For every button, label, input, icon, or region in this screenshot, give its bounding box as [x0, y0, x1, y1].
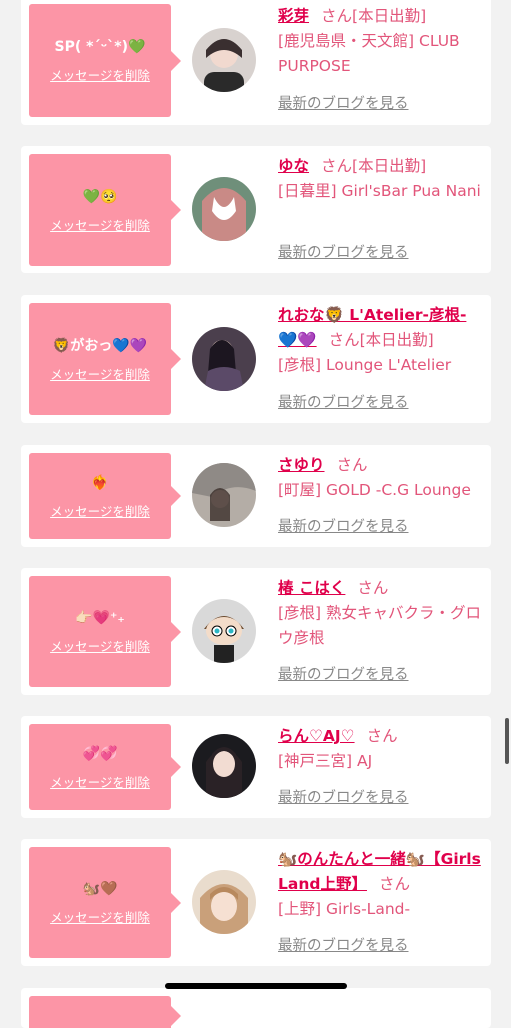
latest-blog-link[interactable]: 最新のブログを見る	[278, 665, 409, 685]
delete-message-link[interactable]: メッセージを削除	[50, 907, 150, 926]
cast-name-link[interactable]: ゆな	[278, 157, 309, 175]
honorific: さん	[366, 727, 398, 745]
message-text: 🐿️🤎	[82, 881, 118, 897]
latest-blog-link[interactable]: 最新のブログを見る	[278, 517, 409, 537]
message-text: ❤️‍🔥	[91, 474, 109, 491]
cast-card: 💞💞 メッセージを削除 らん♡AJ♡ さん [神戸三宮] AJ 最新のブログを見る	[21, 716, 491, 818]
avatar[interactable]	[192, 734, 256, 798]
honorific: さん	[357, 579, 389, 597]
honorific: さん	[321, 157, 353, 175]
shop-info: [鹿児島県・天文館] CLUB PURPOSE	[278, 32, 460, 75]
shop-info: [彦根] Lounge L'Atelier	[278, 356, 452, 374]
cast-card: SP( *ˊᵕˋ*)💚 メッセージを削除 彩芽 さん[本日出勤] [鹿児島県・天文…	[21, 0, 491, 125]
shop-info: [彦根] 熟女キャバクラ・グロウ彦根	[278, 604, 482, 647]
home-indicator[interactable]	[165, 983, 347, 989]
message-text: SP( *ˊᵕˋ*)💚	[54, 39, 146, 55]
latest-blog-link[interactable]: 最新のブログを見る	[278, 243, 409, 263]
cast-info: さゆり さん [町屋] GOLD -C.G Lounge	[278, 453, 483, 503]
delete-message-link[interactable]: メッセージを削除	[50, 215, 150, 234]
avatar[interactable]	[192, 28, 256, 92]
status-label: [本日出勤]	[352, 7, 427, 25]
latest-blog-link[interactable]: 最新のブログを見る	[278, 936, 409, 956]
cast-name-link[interactable]: 彩芽	[278, 7, 309, 25]
shop-info: [町屋] GOLD -C.G Lounge	[278, 481, 471, 499]
status-label: [本日出勤]	[352, 157, 427, 175]
message-bubble	[29, 996, 181, 1028]
cast-card: 👉🏻💗⁺₊ メッセージを削除 椿 こはく さん [彦根] 熟女キャバクラ・グロウ彦…	[21, 568, 491, 695]
message-bubble: 💚🥺 メッセージを削除	[29, 154, 181, 266]
delete-message-link[interactable]: メッセージを削除	[50, 65, 150, 84]
cast-card: 💚🥺 メッセージを削除 ゆな さん[本日出勤] [日暮里] Girl'sBar P…	[21, 146, 491, 273]
cast-card	[21, 988, 491, 1028]
message-text: 💞💞	[82, 745, 118, 762]
cast-info: れおな🦁 L'Atelier-彦根-💙💜 さん[本日出勤] [彦根] Lounge…	[278, 303, 483, 378]
cast-card: ❤️‍🔥 メッセージを削除 さゆり さん [町屋] GOLD -C.G Loung…	[21, 445, 491, 547]
cast-info: 椿 こはく さん [彦根] 熟女キャバクラ・グロウ彦根	[278, 576, 483, 651]
latest-blog-link[interactable]: 最新のブログを見る	[278, 94, 409, 114]
honorific: さん	[321, 7, 353, 25]
avatar[interactable]	[192, 327, 256, 391]
honorific: さん	[328, 331, 360, 349]
message-bubble: SP( *ˊᵕˋ*)💚 メッセージを削除	[29, 4, 181, 117]
message-text: 🦁がおっ💙💜	[52, 337, 148, 354]
cast-name-link[interactable]: さゆり	[278, 456, 325, 474]
honorific: さん	[336, 456, 368, 474]
status-label: [本日出勤]	[359, 331, 434, 349]
shop-info: [日暮里] Girl'sBar Pua Nani	[278, 182, 481, 200]
cast-info: らん♡AJ♡ さん [神戸三宮] AJ	[278, 724, 483, 774]
avatar[interactable]	[192, 177, 256, 241]
delete-message-link[interactable]: メッセージを削除	[50, 364, 150, 383]
cast-info: ゆな さん[本日出勤] [日暮里] Girl'sBar Pua Nani	[278, 154, 483, 204]
cast-name-link[interactable]: 椿 こはく	[278, 579, 345, 597]
message-bubble: 💞💞 メッセージを削除	[29, 724, 181, 810]
latest-blog-link[interactable]: 最新のブログを見る	[278, 393, 409, 413]
delete-message-link[interactable]: メッセージを削除	[50, 772, 150, 791]
delete-message-link[interactable]: メッセージを削除	[50, 501, 150, 520]
cast-name-link[interactable]: らん♡AJ♡	[278, 727, 355, 745]
shop-info: [神戸三宮] AJ	[278, 752, 373, 770]
message-text: 💚🥺	[82, 188, 118, 205]
cast-info: 彩芽 さん[本日出勤] [鹿児島県・天文館] CLUB PURPOSE	[278, 4, 483, 79]
message-bubble: ❤️‍🔥 メッセージを削除	[29, 453, 181, 539]
cast-card: 🦁がおっ💙💜 メッセージを削除 れおな🦁 L'Atelier-彦根-💙💜 さん[本…	[21, 295, 491, 423]
honorific: さん	[378, 875, 410, 893]
shop-info: [上野] Girls-Land-	[278, 900, 411, 918]
avatar[interactable]	[192, 463, 256, 527]
message-bubble: 🦁がおっ💙💜 メッセージを削除	[29, 303, 181, 415]
latest-blog-link[interactable]: 最新のブログを見る	[278, 788, 409, 808]
cast-card: 🐿️🤎 メッセージを削除 🐿️のんたんと一緒🐿️【Girls Land上野】 さん…	[21, 839, 491, 966]
message-text: 👉🏻💗⁺₊	[75, 610, 125, 626]
avatar[interactable]	[192, 599, 256, 663]
cast-info: 🐿️のんたんと一緒🐿️【Girls Land上野】 さん [上野] Girls-L…	[278, 847, 483, 922]
scrollbar[interactable]	[505, 718, 509, 764]
delete-message-link[interactable]: メッセージを削除	[50, 636, 150, 655]
avatar[interactable]	[192, 870, 256, 934]
message-bubble: 🐿️🤎 メッセージを削除	[29, 847, 181, 958]
message-bubble: 👉🏻💗⁺₊ メッセージを削除	[29, 576, 181, 687]
